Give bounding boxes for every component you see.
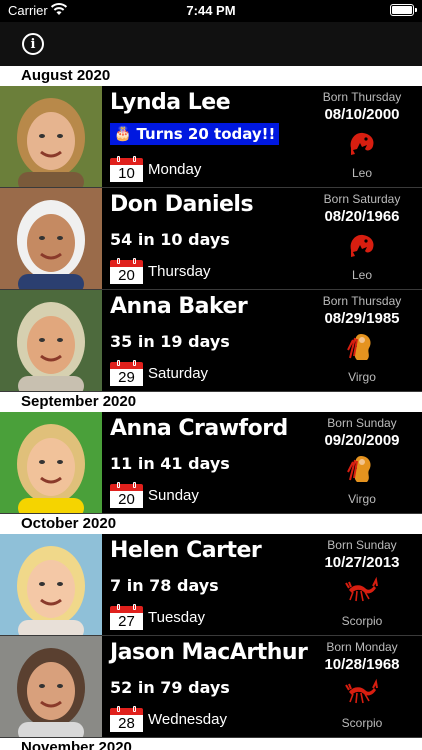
scorpio-icon	[345, 676, 379, 710]
birthday-list[interactable]: August 2020 Lynda Lee 🎂 Turns 20 today!! 10 M…	[0, 66, 422, 750]
birthday-weekday: Monday	[148, 161, 202, 178]
born-weekday: Born Thursday	[322, 294, 402, 308]
virgo-icon	[345, 330, 379, 364]
contact-photo	[0, 290, 102, 391]
calendar-icon: 10	[110, 156, 143, 182]
birthday-weekday: Saturday	[148, 365, 209, 382]
contact-photo	[0, 636, 102, 737]
calendar-icon: 28	[110, 706, 143, 732]
born-weekday: Born Sunday	[327, 416, 397, 430]
birthday-row[interactable]: Anna Crawford 11 in 41 days 20 Sunday Born S…	[0, 412, 422, 514]
contact-name: Anna Crawford	[110, 416, 288, 441]
calendar-day: 29	[110, 369, 143, 386]
contact-photo	[0, 412, 102, 513]
section-header: September 2020	[0, 392, 422, 412]
zodiac-sign: Leo	[351, 268, 373, 282]
leo-icon	[345, 228, 379, 262]
contact-photo	[0, 188, 102, 289]
born-weekday: Born Monday	[326, 640, 398, 654]
birth-date: 08/29/1985	[324, 310, 400, 327]
zodiac-sign: Virgo	[348, 370, 376, 384]
birth-date: 08/20/1966	[324, 208, 400, 225]
birth-date: 09/20/2009	[324, 432, 400, 449]
section-header: November 2020	[0, 738, 422, 750]
zodiac-sign: Virgo	[348, 492, 376, 506]
status-bar: Carrier 7:44 PM	[0, 0, 422, 22]
contact-name: Don Daniels	[110, 192, 254, 217]
age-countdown: 54 in 10 days	[110, 230, 230, 249]
born-weekday: Born Saturday	[323, 192, 401, 206]
nav-bar: i	[0, 22, 422, 66]
calendar-day: 20	[110, 267, 143, 284]
age-countdown: 7 in 78 days	[110, 576, 219, 595]
zodiac-sign: Leo	[351, 166, 373, 180]
calendar-icon: 27	[110, 604, 143, 630]
section-header: August 2020	[0, 66, 422, 86]
calendar-icon: 20	[110, 258, 143, 284]
calendar-day: 10	[110, 165, 143, 182]
virgo-icon	[345, 452, 379, 486]
birthday-weekday: Tuesday	[148, 609, 205, 626]
cake-icon: 🎂	[114, 126, 132, 142]
zodiac-sign: Scorpio	[341, 614, 383, 628]
birthday-weekday: Thursday	[148, 263, 211, 280]
calendar-icon: 29	[110, 360, 143, 386]
calendar-day: 20	[110, 491, 143, 508]
contact-name: Helen Carter	[110, 538, 262, 563]
born-weekday: Born Sunday	[327, 538, 397, 552]
contact-name: Lynda Lee	[110, 90, 231, 115]
leo-icon	[345, 126, 379, 160]
contact-photo	[0, 86, 102, 187]
info-circle-icon[interactable]: i	[22, 33, 44, 55]
birth-date: 08/10/2000	[324, 106, 400, 123]
birthday-row[interactable]: Jason MacArthur 52 in 79 days 28 Wednesday B…	[0, 636, 422, 738]
birthday-row[interactable]: Lynda Lee 🎂 Turns 20 today!! 10 Monday Born T…	[0, 86, 422, 188]
contact-photo	[0, 534, 102, 635]
birthday-row[interactable]: Helen Carter 7 in 78 days 27 Tuesday Born Su…	[0, 534, 422, 636]
birth-date: 10/28/1968	[324, 656, 400, 673]
battery-icon	[390, 4, 417, 16]
badge-text: Turns 20 today!!	[136, 125, 276, 143]
birthday-weekday: Sunday	[148, 487, 199, 504]
section-header: October 2020	[0, 514, 422, 534]
scorpio-icon	[345, 574, 379, 608]
contact-name: Jason MacArthur	[110, 640, 308, 665]
birth-date: 10/27/2013	[324, 554, 400, 571]
birthday-weekday: Wednesday	[148, 711, 227, 728]
contact-name: Anna Baker	[110, 294, 248, 319]
birthday-row[interactable]: Anna Baker 35 in 19 days 29 Saturday Born Th…	[0, 290, 422, 392]
age-countdown: 11 in 41 days	[110, 454, 230, 473]
age-countdown: 52 in 79 days	[110, 678, 230, 697]
calendar-day: 27	[110, 613, 143, 630]
birthday-today-badge: 🎂 Turns 20 today!!	[110, 123, 280, 145]
calendar-day: 28	[110, 715, 143, 732]
status-time: 7:44 PM	[186, 3, 236, 18]
calendar-icon: 20	[110, 482, 143, 508]
age-countdown: 35 in 19 days	[110, 332, 230, 351]
born-weekday: Born Thursday	[322, 90, 402, 104]
birthday-row[interactable]: Don Daniels 54 in 10 days 20 Thursday Born S…	[0, 188, 422, 290]
zodiac-sign: Scorpio	[341, 716, 383, 730]
